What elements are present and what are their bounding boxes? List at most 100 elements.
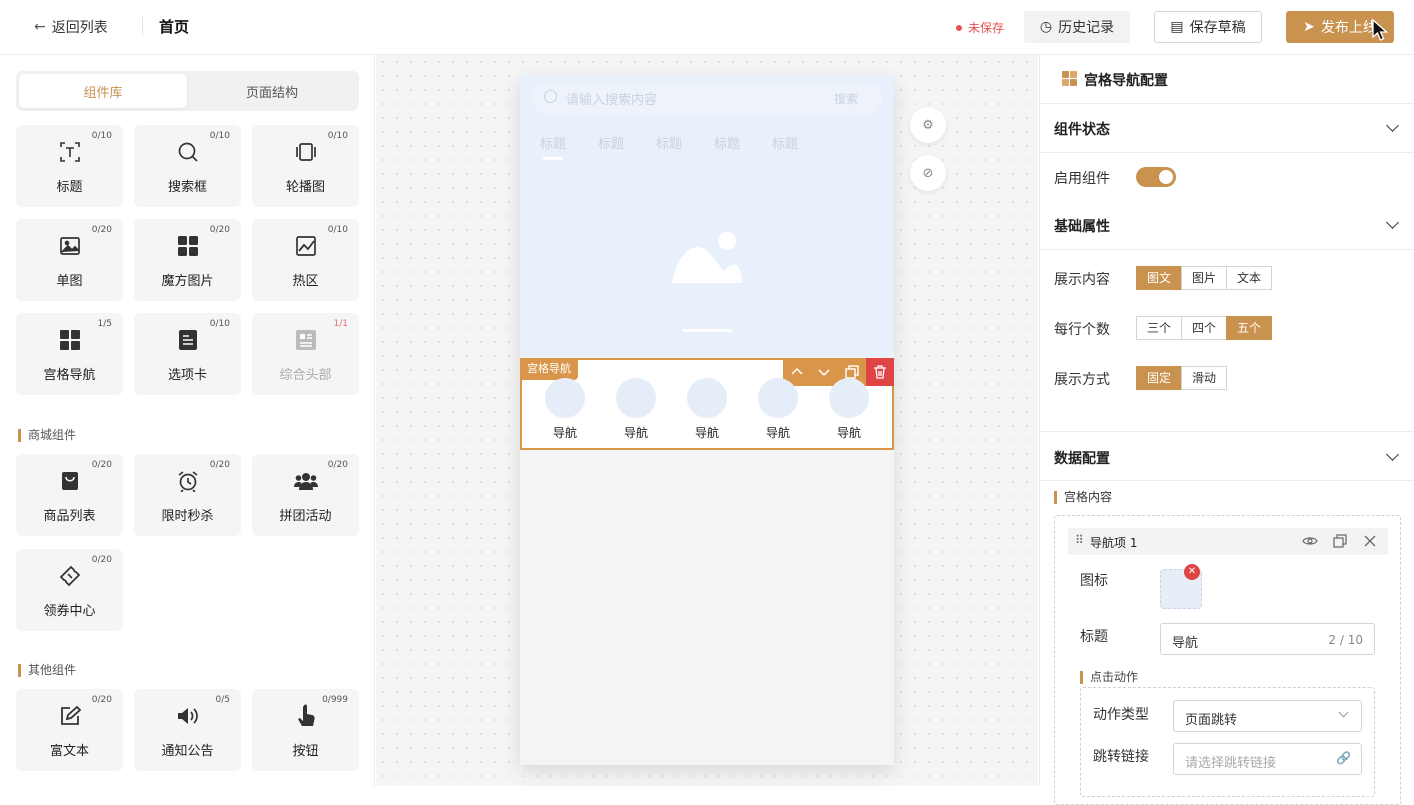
component-card-title[interactable]: 0/10 标题 <box>16 125 123 207</box>
search-placeholder: 请输入搜索内容 <box>566 92 658 108</box>
component-label: 宫格导航 <box>43 368 96 383</box>
component-card-rich-text[interactable]: 0/20 富文本 <box>16 689 123 771</box>
section-title: 数据配置 <box>1054 451 1110 467</box>
display-content-label: 展示内容 <box>1054 272 1110 288</box>
back-button[interactable]: ← 返回列表 <box>34 17 108 37</box>
enable-label: 启用组件 <box>1054 171 1110 187</box>
nav-item-preview: 导航 <box>829 378 869 441</box>
section-component-state[interactable]: 组件状态 <box>1040 104 1414 153</box>
usage-count: 0/20 <box>91 460 112 470</box>
copy-icon[interactable] <box>1332 533 1348 549</box>
toggle-knob <box>1159 170 1173 184</box>
action-type-select[interactable]: 页面跳转 <box>1173 700 1362 732</box>
icon-thumbnail[interactable]: ✕ <box>1160 564 1202 609</box>
nav-item-preview: 导航 <box>758 378 798 441</box>
page-settings-button[interactable]: ⚙ <box>910 107 946 143</box>
component-card-cube[interactable]: 0/20 魔方图片 <box>134 219 241 301</box>
component-card-button[interactable]: 0/999 按钮 <box>252 689 359 771</box>
component-label: 选项卡 <box>167 368 207 383</box>
usage-count: 0/20 <box>91 695 112 705</box>
tab-component-library[interactable]: 组件库 <box>19 74 187 108</box>
usage-count: 0/10 <box>91 131 112 141</box>
config-panel: 宫格导航配置 组件状态 启用组件 基础属性 展示内容 图文 图片 文本 每行个数… <box>1039 55 1414 805</box>
section-basic-properties[interactable]: 基础属性 <box>1040 201 1414 250</box>
component-card-coupon-center[interactable]: 0/20 领券中心 <box>16 549 123 631</box>
section-title: 基础属性 <box>1054 219 1110 235</box>
usage-count: 0/999 <box>322 695 348 705</box>
component-card-carousel[interactable]: 0/10 轮播图 <box>252 125 359 207</box>
nav-item-preview: 导航 <box>687 378 727 441</box>
usage-count: 0/20 <box>209 225 230 235</box>
preview-tab: 标题 <box>656 137 683 152</box>
close-icon[interactable] <box>1362 533 1378 549</box>
send-icon: ➤ <box>1303 19 1315 35</box>
speaker-icon <box>134 705 241 727</box>
enable-toggle[interactable] <box>1136 167 1176 187</box>
usage-count: 0/10 <box>209 319 230 329</box>
option-image[interactable]: 图片 <box>1181 266 1228 290</box>
tabcard-icon <box>134 329 241 351</box>
component-card-image[interactable]: 0/20 单图 <box>16 219 123 301</box>
component-card-notice[interactable]: 0/5 通知公告 <box>134 689 241 771</box>
eye-off-icon: ⊘ <box>922 165 934 181</box>
component-card-hotzone[interactable]: 0/10 热区 <box>252 219 359 301</box>
component-label: 单图 <box>56 274 83 289</box>
section-mall-title: 商城组件 <box>18 429 76 442</box>
image-placeholder-icon <box>672 232 742 283</box>
option-three[interactable]: 三个 <box>1136 316 1183 340</box>
component-card-group-buy[interactable]: 0/20 拼团活动 <box>252 454 359 536</box>
remove-icon[interactable]: ✕ <box>1184 564 1200 580</box>
section-title: 组件状态 <box>1054 122 1110 138</box>
link-placeholder: 请选择跳转链接 <box>1185 756 1277 771</box>
component-label: 搜索框 <box>167 180 207 195</box>
hide-button[interactable]: ⊘ <box>910 155 946 191</box>
component-card-tabcard[interactable]: 0/10 选项卡 <box>134 313 241 395</box>
component-label: 限时秒杀 <box>161 509 214 524</box>
icon-label: 图标 <box>1080 573 1108 589</box>
nav-image-icon <box>616 378 656 418</box>
save-draft-button[interactable]: ▤ 保存草稿 <box>1154 11 1262 43</box>
component-card-flash-sale[interactable]: 0/20 限时秒杀 <box>134 454 241 536</box>
config-title: 宫格导航配置 <box>1084 73 1168 89</box>
tab-page-structure[interactable]: 页面结构 <box>188 74 356 108</box>
option-image-text[interactable]: 图文 <box>1136 266 1183 290</box>
eye-icon[interactable] <box>1302 533 1318 549</box>
component-card-header[interactable]: 1/1 综合头部 <box>252 313 359 395</box>
delete-icon[interactable] <box>866 358 894 386</box>
link-input[interactable]: 请选择跳转链接 🔗 <box>1173 743 1362 775</box>
option-five[interactable]: 五个 <box>1226 316 1273 340</box>
nav-image-icon <box>829 378 869 418</box>
component-card-search[interactable]: 0/10 搜索框 <box>134 125 241 207</box>
mouse-cursor-icon <box>1372 18 1389 41</box>
history-button[interactable]: ◷ 历史记录 <box>1024 11 1130 43</box>
option-four[interactable]: 四个 <box>1181 316 1228 340</box>
component-label: 领券中心 <box>43 604 96 619</box>
composite-header-preview[interactable]: 请输入搜索内容 搜索 标题 标题 标题 标题 标题 <box>520 75 894 357</box>
nav-label: 导航 <box>694 426 719 440</box>
action-type-label: 动作类型 <box>1093 707 1149 723</box>
section-data-config[interactable]: 数据配置 <box>1040 431 1414 481</box>
search-icon <box>544 90 557 103</box>
component-card-product-list[interactable]: 0/20 商品列表 <box>16 454 123 536</box>
back-label: 返回列表 <box>51 20 108 36</box>
page-title: 首页 <box>159 18 190 36</box>
chevron-down-icon <box>1338 707 1349 718</box>
component-label: 轮播图 <box>285 180 325 195</box>
coupon-icon <box>16 565 123 587</box>
alarm-icon <box>134 470 241 492</box>
usage-count: 0/20 <box>91 555 112 565</box>
option-fixed[interactable]: 固定 <box>1136 366 1183 390</box>
hand-icon <box>252 704 359 727</box>
usage-count: 0/10 <box>327 225 348 235</box>
tab-indicator <box>543 157 563 160</box>
drag-handle-icon[interactable]: ⠿ <box>1075 533 1084 547</box>
clock-icon: ◷ <box>1039 19 1053 35</box>
option-scroll[interactable]: 滑动 <box>1181 366 1228 390</box>
document-icon: ▤ <box>1170 19 1184 35</box>
title-input[interactable]: 导航 2 / 10 <box>1160 623 1375 655</box>
component-card-grid-nav[interactable]: 1/5 宫格导航 <box>16 313 123 395</box>
usage-count: 0/5 <box>215 695 230 705</box>
component-label: 标题 <box>56 180 83 195</box>
per-row-options: 三个 四个 五个 <box>1136 316 1273 340</box>
option-text[interactable]: 文本 <box>1226 266 1273 290</box>
